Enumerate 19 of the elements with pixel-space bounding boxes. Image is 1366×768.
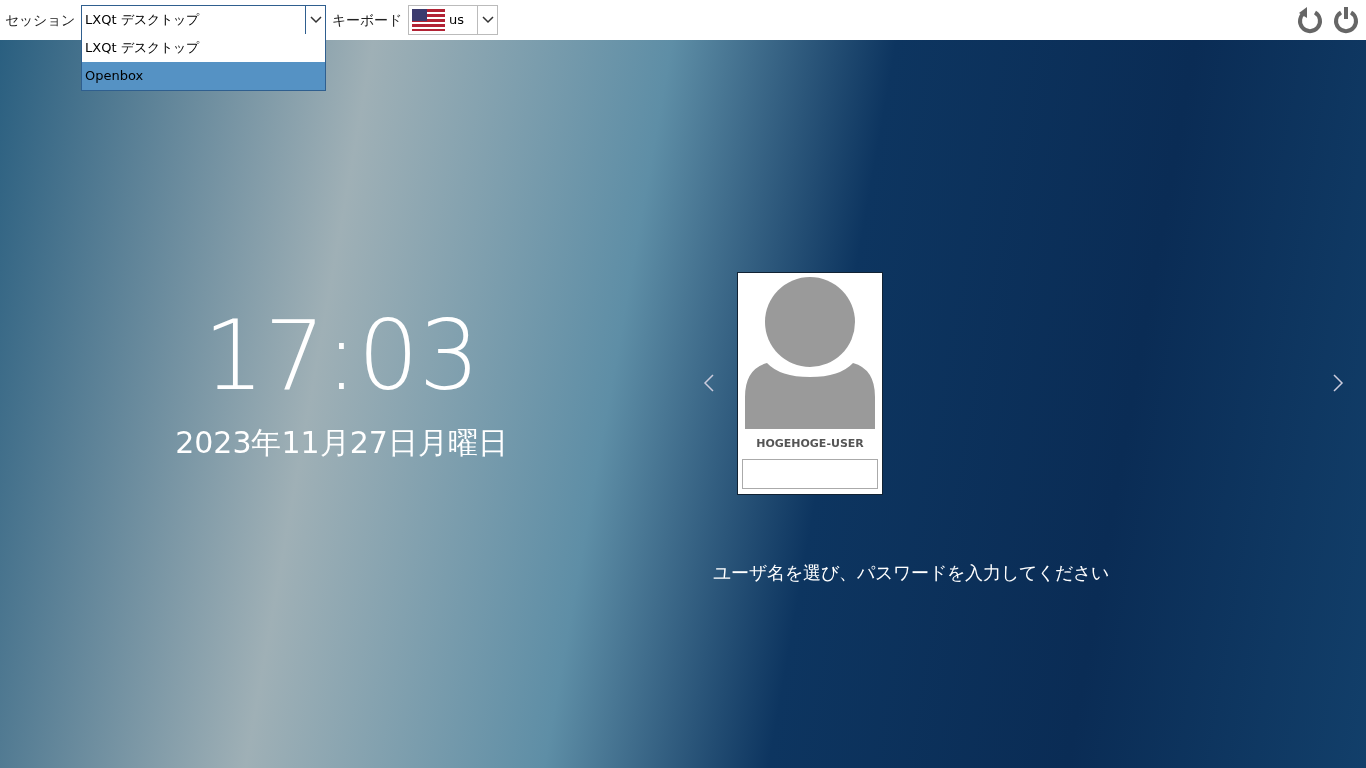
password-field[interactable] <box>742 458 878 489</box>
session-dropdown[interactable]: LXQt デスクトップ <box>81 5 326 35</box>
session-label: セッション <box>5 10 75 30</box>
power-button[interactable] <box>1331 5 1361 35</box>
clock-date: 2023年11月27日月曜日 <box>175 424 508 462</box>
login-prompt: ユーザ名を選び、パスワードを入力してください <box>713 560 1110 585</box>
user-name: HOGEHOGE-USER <box>756 436 864 452</box>
keyboard-dropdown[interactable]: us <box>408 5 498 35</box>
flag-icon <box>412 9 445 31</box>
user-card[interactable]: HOGEHOGE-USER <box>737 272 883 495</box>
chevron-down-icon <box>481 16 494 24</box>
restart-button[interactable] <box>1295 5 1325 35</box>
user-silhouette-icon <box>745 277 875 429</box>
session-option[interactable]: Openbox <box>82 62 325 90</box>
chevron-left-icon[interactable] <box>703 373 715 394</box>
chevron-right-icon[interactable] <box>1332 373 1344 394</box>
chevron-down-icon <box>309 16 322 24</box>
clock-time: 17:03 <box>203 308 480 404</box>
keyboard-label: キーボード <box>332 10 402 30</box>
